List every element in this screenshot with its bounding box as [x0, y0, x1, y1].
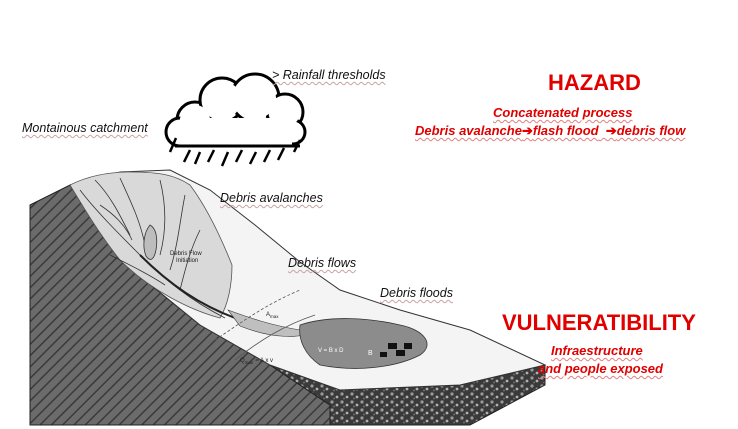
debris-avalanches-label: Debris avalanches: [220, 191, 323, 205]
volume-label: V = B x D: [318, 348, 344, 354]
rainfall-thresholds-label: > Rainfall thresholds: [272, 68, 386, 82]
catchment-label: Montainous catchment: [22, 121, 148, 135]
vulnerability-line-2: and people exposed: [538, 361, 663, 376]
arrow-icon: ➔: [521, 123, 533, 138]
hazard-title: HAZARD: [548, 70, 641, 95]
process-debris-avalanche: Debris avalanche: [415, 123, 522, 138]
process-flash-flood: flash flood: [532, 123, 599, 138]
vulnerability-title: VULNERATIBILITY: [502, 310, 696, 335]
initiation-label-2: Initiation: [176, 258, 198, 264]
hazard-subtitle: Concatenated process: [493, 105, 633, 120]
hazard-process-chain: Debris avalanche➔flash flood ➔debris flo…: [415, 123, 685, 139]
vulnerability-line-1: Infraestructure: [551, 343, 643, 358]
debris-floods-label: Debris floods: [380, 286, 453, 300]
arrow-icon: ➔: [605, 123, 617, 138]
initiation-label-1: Debris Flow: [170, 251, 202, 257]
amax-label: Amax: [266, 312, 279, 319]
process-debris-flow: debris flow: [616, 123, 686, 138]
zone-b-label: B: [368, 350, 373, 357]
rain-cloud-icon: [164, 72, 307, 148]
debris-flows-label: Debris flows: [288, 256, 357, 270]
qmax-label: Qmax = A x v: [240, 358, 273, 365]
